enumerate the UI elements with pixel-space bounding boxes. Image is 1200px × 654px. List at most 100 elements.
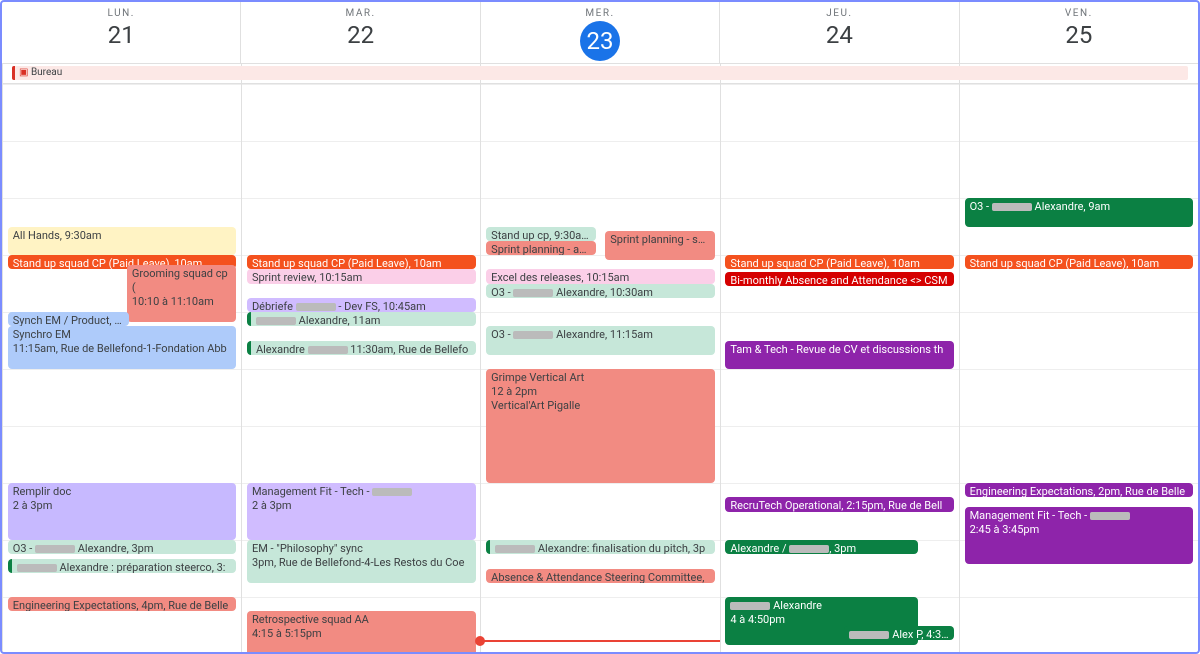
- event-title: Alexandre: finalisation du pitch: [495, 542, 688, 554]
- dow-label: LUN.: [2, 8, 240, 19]
- event-time: 11am: [352, 314, 380, 326]
- event[interactable]: Stand up squad CP (Paid Leave), 10am: [247, 255, 476, 269]
- event-title: O3 - Alexandre: [491, 286, 605, 298]
- day-header-0[interactable]: LUN. 21: [2, 2, 240, 63]
- event[interactable]: Remplir doc2 à 3pm: [8, 483, 237, 540]
- event-title: Excel des releases: [491, 271, 581, 283]
- event[interactable]: Débriefe - Dev FS, 10:45am: [247, 298, 476, 312]
- event-time: 3pm: [834, 542, 856, 554]
- day-number[interactable]: 25: [960, 21, 1198, 49]
- event[interactable]: Retrospective squad AA4:15 à 5:15pm: [247, 611, 476, 654]
- dow-label: MER.: [481, 8, 719, 19]
- event-title: Alexandre : préparation steerco, 3:: [17, 561, 226, 573]
- event[interactable]: RecruTech Operational, 2:15pm, Rue de Be…: [725, 497, 954, 511]
- event[interactable]: O3 - Alexandre, 10:30am: [486, 284, 715, 298]
- event[interactable]: Synchro EM11:15am, Rue de Bellefond-1-Fo…: [8, 326, 237, 369]
- day-header-1[interactable]: MAR.22: [240, 2, 479, 63]
- event[interactable]: Grooming squad cp (10:10 à 11:10am: [127, 265, 237, 322]
- event-title: O3 - Alexandre: [970, 200, 1084, 213]
- event-time: 10:15am: [319, 271, 362, 283]
- event-time: 9am: [1088, 200, 1110, 213]
- event[interactable]: Sprint planning - squ: [605, 231, 715, 260]
- event-sub: 3pm, Rue de Bellefond-4-Les Restos du Co…: [252, 556, 464, 569]
- allday-event-bureau[interactable]: ▣ Bureau: [12, 66, 1188, 80]
- event-title: Stand up squad CP (Paid Leave): [252, 257, 409, 269]
- event[interactable]: Stand up cp, 9:30am: [486, 227, 596, 241]
- event-title: Tam & Tech - Revue de CV et discussions …: [730, 343, 943, 356]
- event-time: 4pm, Rue de Belle: [141, 599, 228, 611]
- day-column-0[interactable]: All Hands, 9:30amStand up squad CP (Paid…: [2, 84, 241, 654]
- event[interactable]: Sprint review, 10:15am: [247, 269, 476, 283]
- event-title: O3 - Alexandre: [491, 328, 605, 341]
- event-time: 10am: [1131, 257, 1159, 269]
- event-time: 3pm: [132, 542, 154, 554]
- event-title: O3 - Alexandre: [13, 542, 127, 554]
- day-number[interactable]: 23: [580, 21, 620, 61]
- day-number[interactable]: 24: [720, 21, 958, 49]
- event-time: 10am: [892, 257, 920, 269]
- event-title: RecruTech Operational: [730, 499, 841, 511]
- event[interactable]: Stand up squad CP (Paid Leave), 10am: [965, 255, 1194, 269]
- event-title: Alexandre: [256, 314, 348, 326]
- event-title: Alexandre /: [730, 542, 829, 554]
- day-number[interactable]: 21: [2, 21, 240, 49]
- event[interactable]: Tam & Tech - Revue de CV et discussions …: [725, 341, 954, 370]
- event[interactable]: O3 - Alexandre, 3pm: [8, 540, 237, 554]
- day-header-3[interactable]: JEU.24: [719, 2, 958, 63]
- day-column-1[interactable]: Stand up squad CP (Paid Leave), 10amSpri…: [241, 84, 480, 654]
- event-sub: Vertical'Art Pigalle: [491, 399, 580, 412]
- event-time: 9:30am: [554, 229, 591, 241]
- day-header-4[interactable]: VEN. 25: [959, 2, 1198, 63]
- event[interactable]: Absence & Attendance Steering Committee,: [486, 569, 715, 583]
- event[interactable]: EM - "Philosophy" sync3pm, Rue de Bellef…: [247, 540, 476, 583]
- day-header-2[interactable]: MER. 23: [480, 2, 719, 63]
- event[interactable]: Excel des releases, 10:15am: [486, 269, 715, 283]
- event-title: Stand up cp: [491, 229, 549, 241]
- now-indicator: [481, 640, 719, 642]
- event[interactable]: Alexandre : préparation steerco, 3:: [8, 559, 237, 573]
- event-title: Alexandre: [730, 599, 822, 612]
- event-sub: 11:15am, Rue de Bellefond-1-Fondation Ab…: [13, 342, 227, 355]
- event[interactable]: Alexandre / , 3pm: [725, 540, 918, 554]
- event[interactable]: Sprint planning - admin: [486, 241, 596, 255]
- event[interactable]: Stand up squad CP (Paid Leave), 10am: [725, 255, 954, 269]
- event-time: 3p: [693, 542, 705, 554]
- day-number[interactable]: 22: [241, 21, 479, 49]
- event-title: Stand up squad CP (Paid Leave): [970, 257, 1127, 269]
- event-sub: 2:45 à 3:45pm: [970, 523, 1040, 536]
- event[interactable]: Bi-monthly Absence and Attendance <> CSM: [725, 272, 954, 286]
- day-column-4[interactable]: O3 - Alexandre, 9am Stand up squad CP (Pa…: [959, 84, 1198, 654]
- event[interactable]: Alex P, 4:30pm: [844, 626, 954, 640]
- event-title: Management Fit - Tech -: [252, 485, 412, 498]
- event[interactable]: O3 - Alexandre, 9am: [965, 198, 1194, 227]
- event-sub: 4 à 4:50pm: [730, 613, 785, 626]
- event[interactable]: Alexandre: finalisation du pitch, 3p: [486, 540, 715, 554]
- event-title: Synch EM / Product, 1…: [13, 314, 128, 326]
- event-time: 9:30am: [65, 229, 102, 242]
- event[interactable]: All Hands, 9:30am: [8, 227, 237, 256]
- event-title: Stand up squad CP (Paid Leave): [730, 257, 887, 269]
- event[interactable]: Engineering Expectations, 4pm, Rue de Be…: [8, 597, 237, 611]
- event-time: 10am: [414, 257, 442, 269]
- event[interactable]: Alexandre, 11am: [247, 312, 476, 326]
- event-title: Bi-monthly Absence and Attendance <> CSM: [730, 274, 947, 286]
- day-column-3[interactable]: Stand up squad CP (Paid Leave), 10am Bi-m…: [720, 84, 959, 654]
- event[interactable]: Management Fit - Tech - 2:45 à 3:45pm: [965, 507, 1194, 564]
- event[interactable]: Synch EM / Product, 1…: [8, 312, 130, 326]
- event-title: Management Fit - Tech -: [970, 509, 1130, 522]
- event-title: Sprint planning - squ: [610, 233, 710, 246]
- event-title: Alexandre 11:30am, Rue de Bellefo: [256, 343, 468, 355]
- event[interactable]: O3 - Alexandre, 11:15am: [486, 326, 715, 355]
- event-time: 2pm, Rue de Belle: [1098, 485, 1185, 497]
- event[interactable]: Management Fit - Tech - 2 à 3pm: [247, 483, 476, 540]
- event-time: 4:30pm: [926, 628, 954, 640]
- event[interactable]: Engineering Expectations, 2pm, Rue de Be…: [965, 483, 1194, 497]
- event[interactable]: Grimpe Vertical Art12 à 2pmVertical'Art …: [486, 369, 715, 483]
- day-column-2[interactable]: Stand up cp, 9:30amSprint planning - adm…: [480, 84, 719, 654]
- event[interactable]: Alexandre 11:30am, Rue de Bellefo: [247, 341, 476, 355]
- dow-label: VEN.: [960, 8, 1198, 19]
- event-title: All Hands: [13, 229, 60, 242]
- event-title: Débriefe - Dev FS: [252, 300, 378, 312]
- allday-label: Bureau: [31, 67, 62, 78]
- event-sub: 12 à 2pm: [491, 385, 537, 398]
